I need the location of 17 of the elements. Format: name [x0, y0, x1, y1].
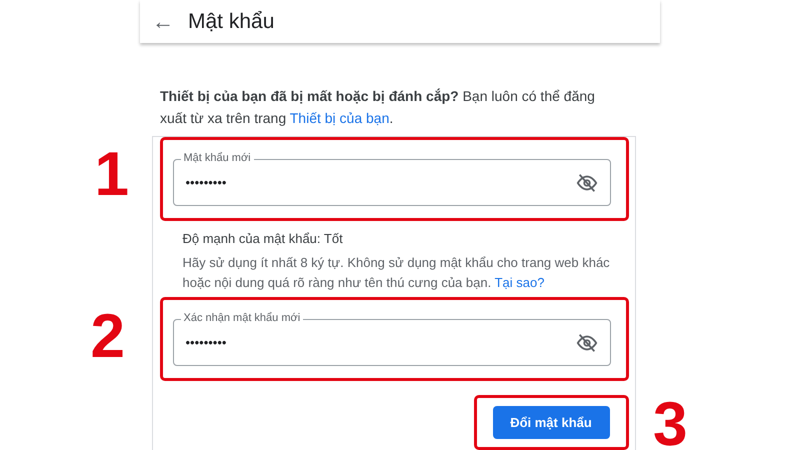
step-number: 3	[653, 394, 688, 450]
password-value: •••••••••	[186, 175, 226, 190]
change-password-button[interactable]: Đổi mật khẩu	[492, 406, 610, 439]
devices-link[interactable]: Thiết bị của bạn	[290, 110, 390, 126]
page-title: Mật khẩu	[188, 10, 274, 34]
eye-off-icon[interactable]	[576, 172, 598, 194]
eye-off-icon[interactable]	[576, 332, 598, 354]
device-notice: Thiết bị của bạn đã bị mất hoặc bị đánh cắp? Bạn luôn có thể đăng xuất từ xa trên trang Thiết bị của bạn.	[160, 87, 596, 128]
password-hint: Hãy sử dụng ít nhất 8 ký tự. Không sử dụng mật khẩu cho trang web khác hoặc nội dung quá rõ ràng như tên thú cưng của bạn. Tại sao?	[182, 254, 611, 292]
field-label: Mật khẩu mới	[180, 152, 254, 165]
step-number: 2	[90, 306, 125, 368]
field-label: Xác nhận mật khẩu mới	[180, 312, 304, 325]
password-value: •••••••••	[186, 335, 226, 350]
strength-text: Độ mạnh của mật khẩu: Tốt	[182, 231, 344, 246]
back-icon[interactable]: ←	[152, 8, 174, 34]
step-number: 1	[94, 144, 129, 206]
why-link[interactable]: Tại sao?	[494, 275, 544, 290]
